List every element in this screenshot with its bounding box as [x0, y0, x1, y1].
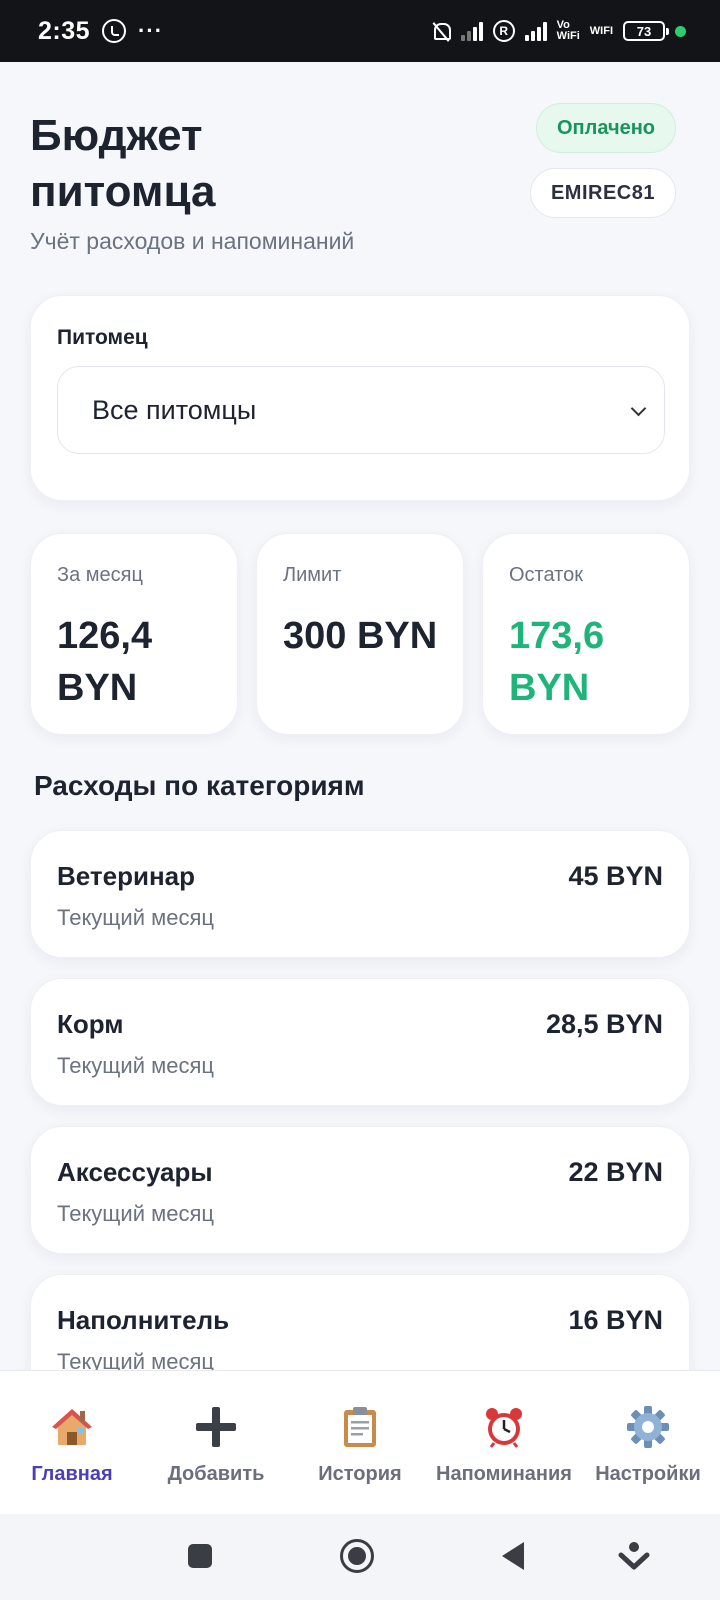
category-period: Текущий месяц [57, 1201, 214, 1226]
nav-history[interactable]: История [290, 1405, 430, 1486]
category-item[interactable]: Корм Текущий месяц 28,5 BYN [30, 978, 690, 1106]
whatsapp-icon [102, 19, 127, 43]
paid-status-badge: Оплачено [536, 103, 676, 153]
bottom-navigation: Главная Добавить История Напоминания Нас… [0, 1370, 720, 1514]
battery-icon: 73 [623, 21, 669, 41]
signal-icon-2 [524, 21, 547, 41]
back-button[interactable] [493, 1536, 533, 1576]
recents-button[interactable] [180, 1536, 220, 1576]
status-bar: 2:35 ··· R Vo WiFi WIFI 73 [0, 0, 720, 62]
page-subtitle: Учёт расходов и напоминаний [30, 228, 355, 254]
status-time: 2:35 [38, 16, 91, 45]
nav-home[interactable]: Главная [2, 1405, 142, 1486]
gear-icon [626, 1405, 670, 1449]
nav-label: Добавить [167, 1463, 265, 1485]
section-title: Расходы по категориям [34, 770, 365, 801]
plus-icon [194, 1405, 238, 1449]
category-item[interactable]: Ветеринар Текущий месяц 45 BYN [30, 830, 690, 958]
home-button[interactable] [337, 1536, 377, 1576]
category-item[interactable]: Аксессуары Текущий месяц 22 BYN [30, 1126, 690, 1254]
category-period: Текущий месяц [57, 905, 214, 930]
category-amount: 22 BYN [568, 1157, 663, 1187]
stat-card-limit: Лимит 300 BYN [256, 533, 464, 735]
stat-label: Остаток [509, 564, 583, 586]
category-amount: 16 BYN [568, 1305, 663, 1335]
alarm-clock-icon [482, 1405, 526, 1449]
more-notifications-icon: ··· [138, 18, 164, 43]
category-name: Ветеринар [57, 861, 195, 891]
stat-value: 126,4 BYN [57, 615, 153, 709]
nav-label: Главная [31, 1463, 113, 1485]
privacy-indicator-icon [675, 25, 686, 37]
vowifi-indicator: Vo WiFi [556, 19, 580, 42]
stat-card-month: За месяц 126,4 BYN [30, 533, 238, 735]
pet-filter-card: Питомец Все питомцы [30, 295, 690, 501]
wifi-indicator: WIFI [589, 25, 613, 37]
nav-add[interactable]: Добавить [146, 1405, 286, 1486]
stat-value: 173,6 BYN [509, 615, 605, 709]
house-icon [50, 1405, 94, 1449]
circle-icon [340, 1539, 374, 1573]
category-period: Текущий месяц [57, 1053, 214, 1078]
stat-card-remaining: Остаток 173,6 BYN [482, 533, 690, 735]
square-icon [188, 1544, 212, 1568]
nav-label: Напоминания [436, 1463, 572, 1485]
stat-label: За месяц [57, 564, 143, 586]
stat-label: Лимит [283, 564, 342, 586]
signal-icon [460, 21, 483, 41]
page-title: Бюджет питомца [30, 111, 216, 216]
assistant-button[interactable] [614, 1536, 654, 1576]
chevron-down-person-icon [618, 1542, 650, 1570]
roaming-icon: R [492, 20, 515, 42]
clipboard-icon [338, 1405, 382, 1449]
pet-filter-label: Питомец [57, 326, 148, 349]
pet-select-value: Все питомцы [92, 394, 257, 425]
nav-reminders[interactable]: Напоминания [434, 1405, 574, 1486]
category-amount: 45 BYN [568, 861, 663, 891]
pet-select[interactable]: Все питомцы [57, 366, 665, 454]
category-name: Наполнитель [57, 1305, 230, 1335]
muted-bell-icon [431, 21, 451, 41]
nav-settings[interactable]: Настройки [578, 1405, 718, 1486]
user-badge[interactable]: EMIREC81 [529, 168, 676, 218]
stat-value: 300 BYN [283, 615, 438, 657]
category-name: Корм [57, 1009, 124, 1039]
nav-label: Настройки [595, 1463, 701, 1485]
triangle-back-icon [502, 1542, 524, 1570]
system-navigation-bar [0, 1514, 720, 1600]
chevron-down-icon [630, 400, 647, 417]
nav-label: История [318, 1463, 402, 1485]
category-amount: 28,5 BYN [545, 1009, 663, 1039]
category-name: Аксессуары [57, 1157, 213, 1187]
